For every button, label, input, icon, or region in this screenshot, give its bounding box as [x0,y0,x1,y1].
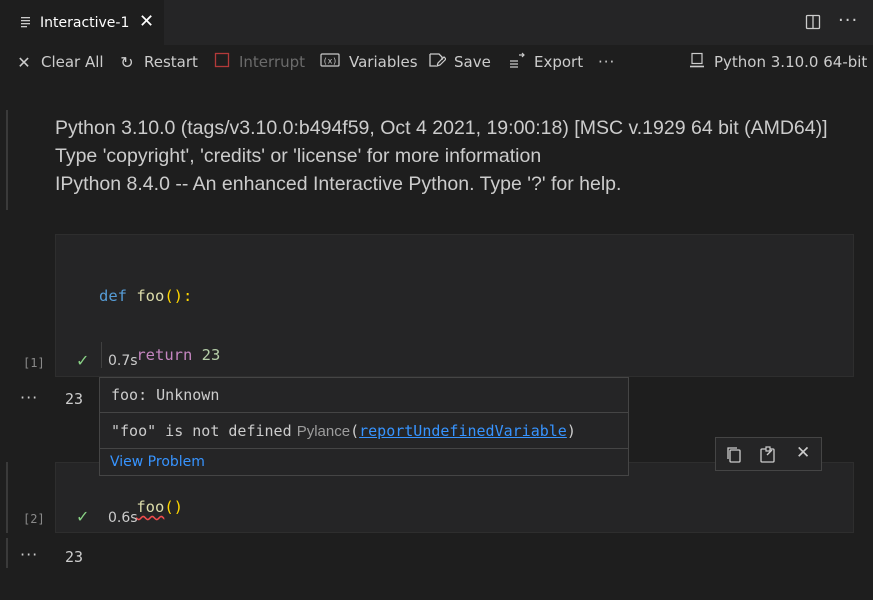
hover-diagnostic: "foo" is not defined Pylance(reportUndef… [111,422,576,440]
hover-popup: foo: Unknown "foo" is not defined Pylanc… [99,377,629,476]
cell-1-duration: 0.7s [108,353,138,369]
hover-divider [100,412,628,413]
tab-title: Interactive-1 [40,15,130,31]
close-icon: ✕ [17,52,31,72]
close-icon[interactable]: ✕ [796,443,810,463]
more-toolbar-button[interactable]: ··· [598,52,615,72]
cell-2-duration: 0.6s [108,510,138,526]
cell-1-output: 23 [65,390,84,408]
cell-2-exec-count: [2] [23,512,45,526]
more-actions-icon: ··· [598,53,616,71]
tab-interactive-1[interactable]: Interactive-1 ✕ [0,0,164,46]
output-more-icon[interactable]: ··· [20,545,38,564]
variables-button[interactable]: (x) Variables [319,52,418,72]
restart-icon: ↻ [120,52,134,72]
kernel-picker[interactable]: Python 3.10.0 64-bit [688,52,867,72]
export-button[interactable]: Export [508,52,583,72]
python-banner: Python 3.10.0 (tags/v3.10.0:b494f59, Oct… [55,117,828,195]
copy-icon[interactable] [724,445,744,465]
close-icon[interactable]: ✕ [139,12,154,32]
banner-gutter [6,110,8,210]
save-button[interactable]: Save [428,52,491,72]
cell-toolbar: ✕ [715,437,822,471]
variables-icon: (x) [319,52,341,72]
cell-2-output: 23 [65,548,84,566]
rule-link[interactable]: reportUndefinedVariable [359,422,567,440]
interrupt-button[interactable]: Interrupt [213,52,305,72]
success-check-icon: ✓ [76,351,90,370]
clear-all-button[interactable]: ✕ Clear All [15,52,103,72]
file-lines-icon [21,17,30,28]
cell-2-gutter [6,462,8,533]
code-cell-1[interactable]: def foo(): return 23 foo() ✓ 0.7s [55,234,854,446]
hover-signature: foo: Unknown [111,386,220,404]
cell-1-exec-count: [1] [23,356,45,370]
success-check-icon: ✓ [76,507,90,526]
goto-code-icon[interactable] [758,445,778,465]
kernel-icon [688,52,706,72]
more-actions-icon[interactable]: ··· [838,10,858,31]
output-more-icon[interactable]: ··· [20,388,38,407]
view-problem-link[interactable]: View Problem [110,454,205,470]
undefined-variable-error[interactable]: foo [136,498,164,516]
stop-icon [213,52,231,72]
export-icon [508,52,526,72]
svg-text:(x): (x) [323,57,337,66]
restart-button[interactable]: ↻ Restart [118,52,198,72]
hover-divider [100,448,628,449]
output-2-gutter [6,538,8,568]
split-editor-icon[interactable] [805,14,821,30]
tab-bar: Interactive-1 ✕ ··· [0,0,873,46]
save-icon [428,52,447,72]
indent-guide [101,342,102,368]
